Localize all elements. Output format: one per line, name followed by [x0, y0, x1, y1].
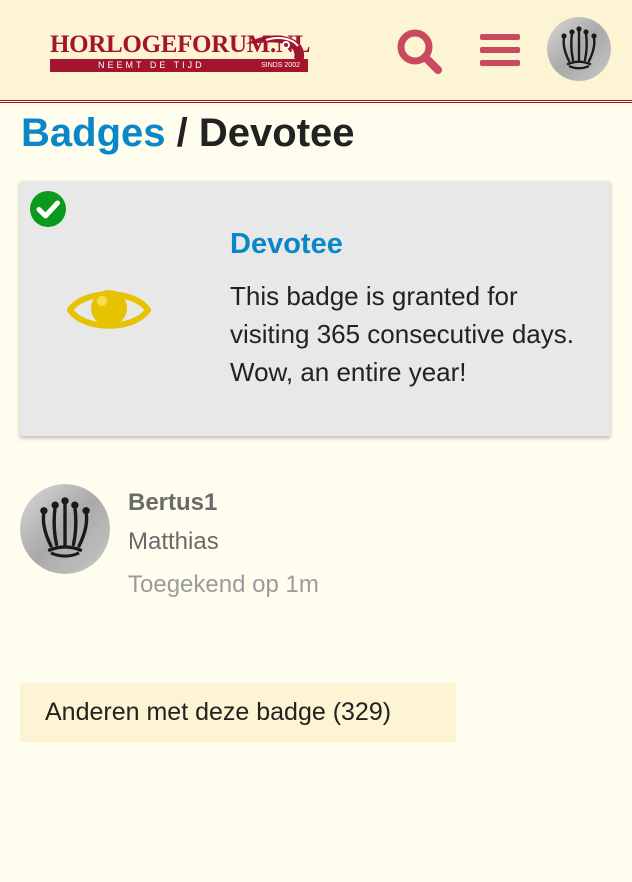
badge-card: Devotee This badge is granted for visiti…: [20, 181, 610, 436]
menu-button[interactable]: [476, 28, 524, 72]
check-circle-icon: [30, 191, 66, 227]
badge-name: Devotee: [230, 228, 343, 260]
badge-title: Devotee: [198, 111, 355, 155]
username-link[interactable]: Bertus1: [128, 487, 217, 519]
others-with-badge-button[interactable]: Anderen met deze badge (329): [20, 683, 456, 742]
logo-tagline: NEEMT DE TIJD: [98, 60, 205, 70]
hamburger-menu-icon: [480, 34, 520, 66]
logo-swoosh-icon: [246, 35, 305, 64]
site-logo[interactable]: HORLOGEFORUM.NL NEEMT DE TIJD SINDS 2002: [48, 28, 313, 76]
current-user-avatar[interactable]: [547, 17, 611, 81]
site-header: HORLOGEFORUM.NL NEEMT DE TIJD SINDS 2002: [0, 0, 632, 103]
crown-avatar-icon: [20, 484, 110, 574]
badges-breadcrumb-link[interactable]: Badges: [21, 111, 166, 155]
user-avatar[interactable]: [20, 484, 110, 574]
search-button[interactable]: [394, 26, 444, 76]
crown-avatar-icon: [547, 17, 611, 81]
breadcrumb-separator: /: [176, 111, 188, 155]
page-title: Badges / Devotee: [21, 108, 355, 158]
user-full-name: Matthias: [128, 528, 219, 555]
search-icon: [397, 29, 442, 74]
badge-description: This badge is granted for visiting 365 c…: [230, 281, 574, 387]
granted-timestamp: Toegekend op 1m: [128, 571, 319, 598]
eye-icon: [67, 290, 151, 329]
